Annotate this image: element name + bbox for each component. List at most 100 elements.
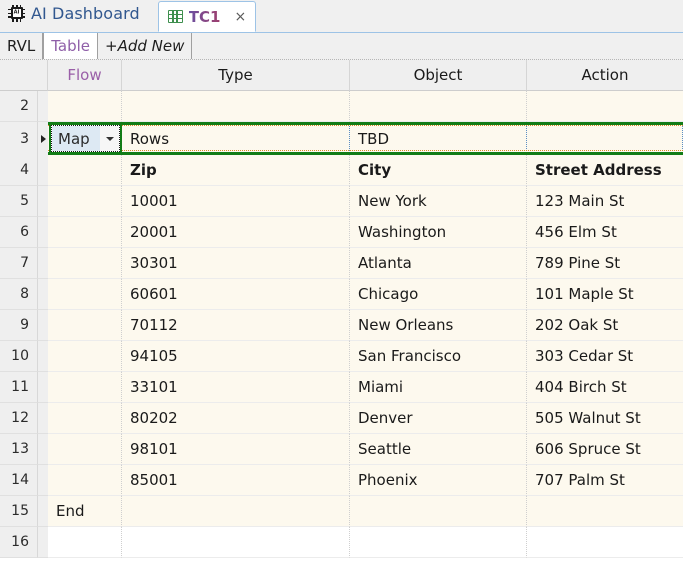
cell-action-7[interactable]: 789 Pine St: [527, 248, 683, 279]
table-row[interactable]: 10 94105 San Francisco 303 Cedar St: [0, 341, 683, 372]
cell-action-3[interactable]: [527, 122, 683, 155]
flow-dropdown[interactable]: Map: [49, 123, 122, 154]
cell-type-9[interactable]: 70112: [122, 310, 350, 341]
cell-action-15[interactable]: [527, 496, 683, 527]
cell-action-16[interactable]: [527, 527, 683, 558]
cell-action-6[interactable]: 456 Elm St: [527, 217, 683, 248]
cell-type-5[interactable]: 10001: [122, 186, 350, 217]
cell-flow-8[interactable]: [48, 279, 122, 310]
row-header-5[interactable]: 5: [0, 186, 38, 217]
table-row[interactable]: 12 80202 Denver 505 Walnut St: [0, 403, 683, 434]
cell-action-5[interactable]: 123 Main St: [527, 186, 683, 217]
cell-action-4[interactable]: Street Address: [527, 155, 683, 186]
cell-object-12[interactable]: Denver: [350, 403, 527, 434]
cell-object-5[interactable]: New York: [350, 186, 527, 217]
cell-type-2[interactable]: [122, 91, 350, 122]
cell-action-10[interactable]: 303 Cedar St: [527, 341, 683, 372]
cell-action-2[interactable]: [527, 91, 683, 122]
sheet-tab-rvl[interactable]: RVL: [0, 33, 44, 59]
cell-flow-4[interactable]: [48, 155, 122, 186]
document-tab-tc1[interactable]: TC1 ×: [157, 1, 257, 32]
cell-object-9[interactable]: New Orleans: [350, 310, 527, 341]
row-header-16[interactable]: 16: [0, 527, 38, 558]
table-row[interactable]: 13 98101 Seattle 606 Spruce St: [0, 434, 683, 465]
row-header-4[interactable]: 4: [0, 155, 38, 186]
row-header-8[interactable]: 8: [0, 279, 38, 310]
cell-object-2[interactable]: [350, 91, 527, 122]
row-header-3[interactable]: 3: [0, 122, 38, 155]
cell-type-6[interactable]: 20001: [122, 217, 350, 248]
cell-type-12[interactable]: 80202: [122, 403, 350, 434]
table-row[interactable]: 11 33101 Miami 404 Birch St: [0, 372, 683, 403]
flow-dropdown-value[interactable]: Map: [52, 126, 100, 151]
table-row[interactable]: 4 Zip City Street Address: [0, 155, 683, 186]
cell-type-13[interactable]: 98101: [122, 434, 350, 465]
row-header-12[interactable]: 12: [0, 403, 38, 434]
cell-object-10[interactable]: San Francisco: [350, 341, 527, 372]
close-icon[interactable]: ×: [234, 10, 246, 24]
cell-action-9[interactable]: 202 Oak St: [527, 310, 683, 341]
cell-flow-14[interactable]: [48, 465, 122, 496]
table-row[interactable]: 2: [0, 91, 683, 122]
row-header-15[interactable]: 15: [0, 496, 38, 527]
table-row[interactable]: 9 70112 New Orleans 202 Oak St: [0, 310, 683, 341]
cell-flow-16[interactable]: [48, 527, 122, 558]
cell-object-3[interactable]: TBD: [350, 122, 527, 155]
cell-action-14[interactable]: 707 Palm St: [527, 465, 683, 496]
row-header-7[interactable]: 7: [0, 248, 38, 279]
cell-flow-11[interactable]: [48, 372, 122, 403]
row-header-2[interactable]: 2: [0, 91, 38, 122]
cell-flow-10[interactable]: [48, 341, 122, 372]
table-row[interactable]: 15 End: [0, 496, 683, 527]
cell-object-6[interactable]: Washington: [350, 217, 527, 248]
cell-type-16[interactable]: [122, 527, 350, 558]
table-row[interactable]: 14 85001 Phoenix 707 Palm St: [0, 465, 683, 496]
cell-object-7[interactable]: Atlanta: [350, 248, 527, 279]
cell-type-8[interactable]: 60601: [122, 279, 350, 310]
table-row[interactable]: 7 30301 Atlanta 789 Pine St: [0, 248, 683, 279]
cell-type-10[interactable]: 94105: [122, 341, 350, 372]
cell-flow-6[interactable]: [48, 217, 122, 248]
cell-action-8[interactable]: 101 Maple St: [527, 279, 683, 310]
column-header-action[interactable]: Action: [527, 60, 683, 91]
row-header-10[interactable]: 10: [0, 341, 38, 372]
row-header-11[interactable]: 11: [0, 372, 38, 403]
cell-type-7[interactable]: 30301: [122, 248, 350, 279]
cell-object-14[interactable]: Phoenix: [350, 465, 527, 496]
sheet-tab-table[interactable]: Table: [43, 33, 99, 59]
column-header-type[interactable]: Type: [122, 60, 350, 91]
table-row[interactable]: 8 60601 Chicago 101 Maple St: [0, 279, 683, 310]
cell-object-8[interactable]: Chicago: [350, 279, 527, 310]
cell-flow-12[interactable]: [48, 403, 122, 434]
cell-flow-7[interactable]: [48, 248, 122, 279]
cell-type-15[interactable]: [122, 496, 350, 527]
cell-flow-13[interactable]: [48, 434, 122, 465]
cell-action-12[interactable]: 505 Walnut St: [527, 403, 683, 434]
cell-flow-5[interactable]: [48, 186, 122, 217]
cell-flow-2[interactable]: [48, 91, 122, 122]
column-header-flow[interactable]: Flow: [48, 60, 122, 91]
add-new-sheet-button[interactable]: +Add New: [98, 33, 193, 59]
cell-object-15[interactable]: [350, 496, 527, 527]
cell-type-14[interactable]: 85001: [122, 465, 350, 496]
table-row[interactable]: 6 20001 Washington 456 Elm St: [0, 217, 683, 248]
row-header-6[interactable]: 6: [0, 217, 38, 248]
cell-object-4[interactable]: City: [350, 155, 527, 186]
cell-object-11[interactable]: Miami: [350, 372, 527, 403]
table-row[interactable]: 16: [0, 527, 683, 558]
flow-dropdown-toggle[interactable]: [100, 126, 119, 151]
cell-object-16[interactable]: [350, 527, 527, 558]
column-header-object[interactable]: Object: [350, 60, 527, 91]
table-row[interactable]: 5 10001 New York 123 Main St: [0, 186, 683, 217]
cell-object-13[interactable]: Seattle: [350, 434, 527, 465]
cell-flow-9[interactable]: [48, 310, 122, 341]
cell-type-3[interactable]: Rows: [122, 122, 350, 155]
cell-type-4[interactable]: Zip: [122, 155, 350, 186]
row-header-14[interactable]: 14: [0, 465, 38, 496]
row-header-13[interactable]: 13: [0, 434, 38, 465]
grid-corner-cell[interactable]: [0, 60, 48, 91]
table-row[interactable]: 3 Rows TBD Map: [0, 122, 683, 155]
cell-action-11[interactable]: 404 Birch St: [527, 372, 683, 403]
row-header-9[interactable]: 9: [0, 310, 38, 341]
cell-flow-15[interactable]: End: [48, 496, 122, 527]
